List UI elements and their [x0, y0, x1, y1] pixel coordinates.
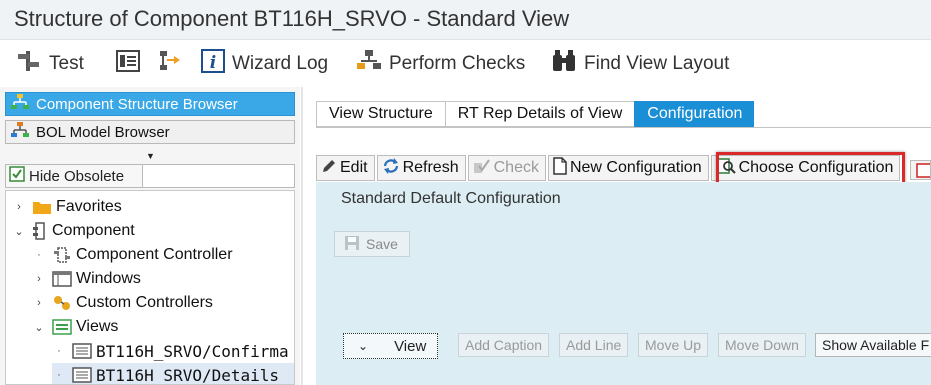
bol-model-icon — [10, 121, 36, 143]
edit-label: Edit — [340, 159, 368, 176]
tree-item-component[interactable]: ⌄ Component — [12, 219, 135, 243]
pencil-icon — [321, 158, 340, 179]
object-list-icon — [116, 50, 147, 78]
check-label: Check — [493, 159, 539, 176]
expand-right-icon[interactable]: › — [12, 201, 26, 213]
tab-configuration[interactable]: Configuration — [634, 101, 755, 127]
configuration-heading: Standard Default Configuration — [341, 190, 561, 207]
tree-item-favorites[interactable]: › Favorites — [12, 195, 122, 219]
hide-obsolete-toolbar: Hide Obsolete — [5, 164, 295, 188]
display-object-list-button[interactable] — [116, 50, 147, 78]
bol-model-browser-button[interactable]: BOL Model Browser — [5, 120, 295, 144]
view-dropdown-button[interactable]: ⌄ View — [343, 333, 438, 359]
leaf-dot-icon: · — [37, 249, 41, 261]
title-bar: Structure of Component BT116H_SRVO - Sta… — [0, 0, 931, 40]
view-toolbar: ⌄ View Add Caption Add Line Move Up Move… — [333, 331, 931, 365]
views-icon — [52, 319, 72, 335]
expand-menu-icon[interactable]: ▼ — [146, 151, 155, 161]
find-view-layout-button[interactable]: Find View Layout — [551, 49, 730, 79]
refresh-button[interactable]: Refresh — [376, 155, 466, 181]
binoculars-icon — [551, 49, 584, 79]
check-button[interactable]: Check — [467, 155, 546, 181]
navigation-button[interactable] — [158, 51, 189, 77]
window-icon — [52, 271, 72, 287]
view-form-icon — [72, 367, 92, 383]
tree-item-windows[interactable]: › Windows — [32, 267, 141, 291]
tree-item-view-details[interactable]: · BT116H_SRVO/Details — [52, 363, 294, 385]
chevron-down-icon: ⌄ — [358, 339, 369, 353]
pane-splitter[interactable] — [301, 87, 303, 385]
window-title: Structure of Component BT116H_SRVO - Sta… — [14, 6, 570, 31]
tab-strip: View Structure RT Rep Details of View Co… — [316, 101, 755, 127]
move-down-button[interactable]: Move Down — [718, 333, 806, 357]
tab-view-structure[interactable]: View Structure — [316, 101, 445, 127]
tree-item-label: Windows — [76, 270, 141, 287]
hierarchy-arrow-icon — [158, 49, 189, 79]
custom-controller-icon — [52, 294, 72, 312]
tab-rt-rep-details[interactable]: RT Rep Details of View — [444, 101, 635, 127]
collapse-down-icon[interactable]: ⌄ — [32, 321, 46, 334]
wizard-log-button[interactable]: i Wizard Log — [201, 49, 329, 79]
tree-item-view-confirma[interactable]: · BT116H_SRVO/Confirma — [52, 339, 289, 363]
new-document-icon — [553, 156, 570, 180]
leaf-dot-icon: · — [57, 369, 61, 381]
tree-item-label: BT116H_SRVO/Details — [96, 365, 280, 385]
view-form-icon — [72, 343, 92, 359]
new-configuration-label: New Configuration — [569, 159, 702, 176]
tree-item-label: Component — [52, 222, 135, 239]
collapse-down-icon[interactable]: ⌄ — [12, 225, 26, 238]
tree-item-component-controller[interactable]: · Component Controller — [32, 243, 233, 267]
structure-tree-icon — [10, 93, 36, 115]
checks-hierarchy-icon — [356, 49, 389, 79]
add-caption-button[interactable]: Add Caption — [458, 333, 550, 357]
folder-icon — [32, 199, 52, 215]
show-available-fields-button[interactable]: Show Available F — [815, 333, 931, 357]
tree-item-label: Component Controller — [76, 246, 233, 263]
info-icon: i — [201, 49, 232, 79]
check-icon — [473, 158, 494, 179]
add-line-button[interactable]: Add Line — [559, 333, 629, 357]
edit-button[interactable]: Edit — [316, 155, 375, 181]
tree-item-label: Custom Controllers — [76, 294, 213, 311]
refresh-icon — [382, 157, 403, 180]
bol-model-browser-label: BOL Model Browser — [36, 123, 170, 141]
tree-item-label: Favorites — [56, 198, 122, 215]
test-button[interactable]: Test — [16, 51, 84, 77]
checklist-icon — [9, 166, 29, 186]
component-structure-browser-button[interactable]: Component Structure Browser — [5, 92, 295, 116]
perform-checks-label: Perform Checks — [389, 53, 526, 74]
refresh-label: Refresh — [402, 159, 459, 176]
new-configuration-button[interactable]: New Configuration — [547, 155, 709, 181]
component-icon — [32, 222, 48, 240]
component-structure-browser-label: Component Structure Browser — [36, 95, 238, 113]
test-icon — [16, 50, 49, 78]
wizard-log-label: Wizard Log — [232, 53, 329, 74]
move-up-button[interactable]: Move Up — [638, 333, 709, 357]
hide-obsolete-label: Hide Obsolete — [29, 167, 125, 185]
perform-checks-button[interactable]: Perform Checks — [356, 49, 526, 79]
view-label: View — [394, 337, 427, 355]
main-toolbar: Test i Wizard Log Perform Checks Find Vi… — [0, 41, 931, 87]
tree-item-custom-controllers[interactable]: › Custom Controllers — [32, 291, 213, 315]
tab-divider — [316, 127, 931, 128]
svg-text:i: i — [210, 53, 216, 73]
save-disk-icon — [344, 235, 366, 254]
tree-item-label: BT116H_SRVO/Confirma — [96, 341, 289, 361]
tree-item-views[interactable]: ⌄ Views — [32, 315, 118, 339]
hide-obsolete-button[interactable]: Hide Obsolete — [6, 165, 143, 187]
save-label: Save — [366, 236, 398, 252]
test-label: Test — [49, 53, 84, 74]
expand-right-icon[interactable]: › — [32, 273, 46, 285]
configuration-content: Standard Default Configuration Save ⌄ Vi… — [316, 182, 931, 385]
controller-icon — [52, 246, 72, 264]
tree-item-label: Views — [76, 318, 119, 335]
component-tree: › Favorites ⌄ Component · Component Cont… — [5, 190, 295, 385]
save-button[interactable]: Save — [334, 231, 410, 257]
overflow-icon — [911, 163, 930, 179]
leaf-dot-icon: · — [57, 345, 61, 357]
expand-right-icon[interactable]: › — [32, 297, 46, 309]
find-view-layout-label: Find View Layout — [584, 53, 730, 74]
more-toolbar-button[interactable] — [910, 160, 931, 180]
